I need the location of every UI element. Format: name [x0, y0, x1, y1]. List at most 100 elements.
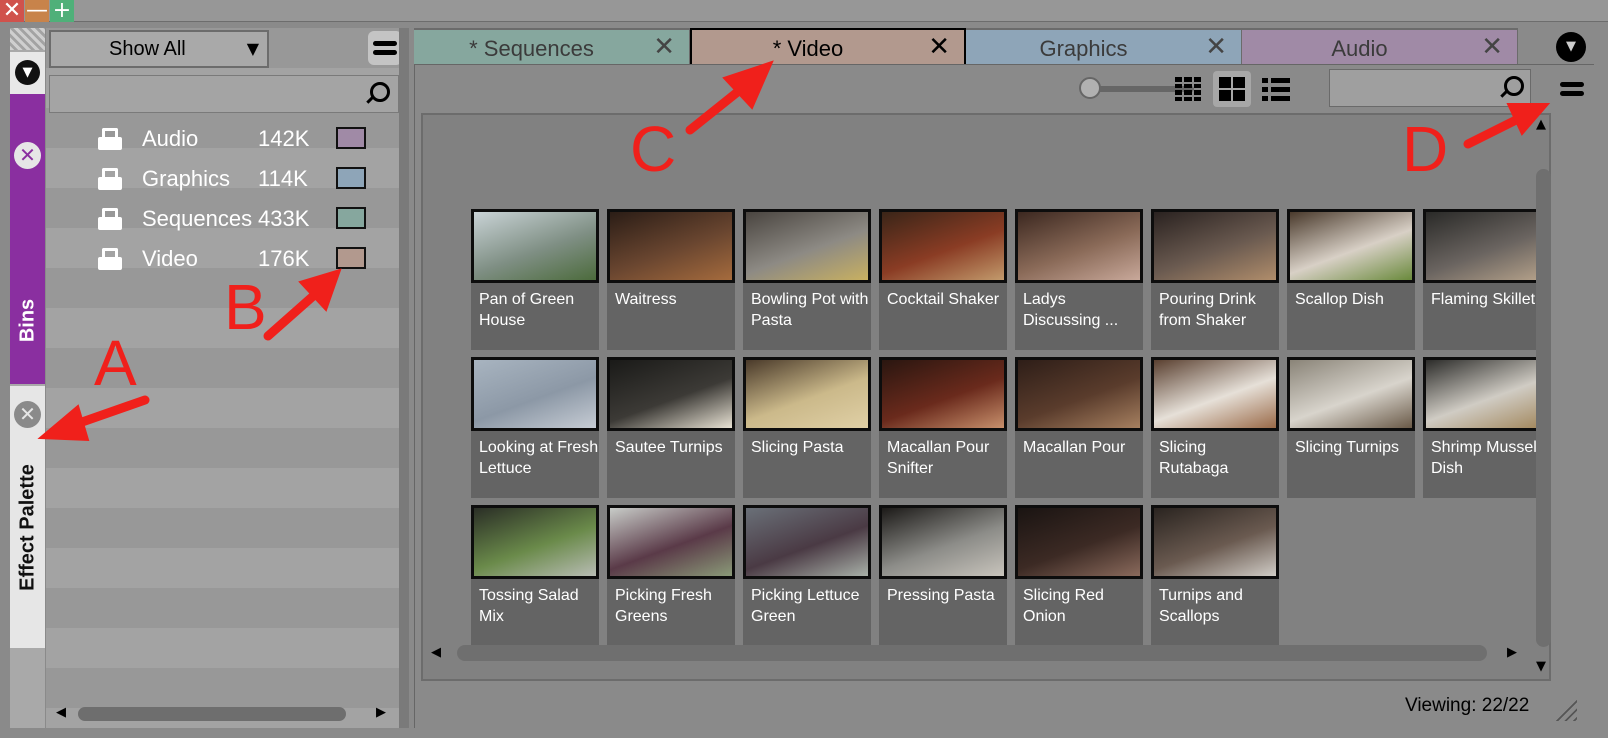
tab-audio[interactable]: Audio ✕ [1242, 28, 1518, 64]
clip-tile[interactable]: Pouring Drink from Shaker [1151, 209, 1279, 350]
resize-grip-icon[interactable] [1555, 699, 1577, 721]
detail-view-button[interactable] [1169, 71, 1207, 107]
clip-thumbnail [879, 505, 1007, 579]
clip-thumbnail-grid: Pan of Green House Waitress Bowling Pot wi… [421, 113, 1551, 681]
close-icon[interactable]: ✕ [653, 30, 675, 64]
clip-tile[interactable]: Pressing Pasta [879, 505, 1007, 646]
clip-vertical-scrollbar[interactable]: ▲ ▼ [1531, 113, 1555, 681]
bin-color-swatch[interactable] [336, 127, 366, 149]
clip-name: Looking at Fresh Lettuce [479, 439, 599, 477]
clip-thumbnail [1015, 357, 1143, 431]
close-icon[interactable]: ✕ [14, 142, 41, 169]
panel-splitter[interactable] [399, 28, 409, 728]
scroll-left-icon[interactable]: ◀ [56, 705, 66, 720]
annotation-letter-a: A [94, 327, 137, 399]
window-maximize-button[interactable]: + [50, 0, 74, 22]
clip-tile[interactable]: Macallan Pour Snifter [879, 357, 1007, 498]
viewing-count: Viewing: 22/22 [1405, 695, 1530, 716]
list-view-icon [1262, 77, 1290, 101]
scroll-left-icon[interactable]: ◀ [431, 645, 441, 660]
clip-name: Turnips and Scallops [1159, 587, 1243, 625]
bins-horizontal-scrollbar[interactable]: ◀ ▶ [46, 703, 400, 723]
clip-tile[interactable]: Picking Lettuce Green [743, 505, 871, 646]
clip-name: Sautee Turnips [615, 439, 723, 456]
clip-tile[interactable]: Ladys Discussing ... [1015, 209, 1143, 350]
bin-row[interactable]: Audio 142K [46, 120, 406, 160]
strip-grip[interactable] [10, 28, 45, 50]
bin-color-swatch[interactable] [336, 207, 366, 229]
clip-thumbnail [1015, 505, 1143, 579]
close-icon[interactable]: ✕ [14, 401, 41, 428]
clip-horizontal-scrollbar[interactable]: ◀ ▶ [421, 639, 1531, 667]
bin-name: Sequences [142, 206, 253, 231]
bin-tabs: * Sequences ✕ * Video ✕ Graphics ✕ Audio ✕ [414, 28, 1574, 66]
bin-row[interactable]: Graphics 114K [46, 160, 406, 200]
bin-content-menu-button[interactable] [1555, 72, 1589, 106]
tabs-menu-button[interactable]: ▼ [1556, 32, 1586, 62]
scroll-up-icon[interactable]: ▲ [1536, 117, 1546, 132]
close-icon[interactable]: ✕ [1481, 30, 1503, 64]
clip-tile[interactable]: Picking Fresh Greens [607, 505, 735, 646]
search-icon[interactable] [364, 82, 390, 108]
tab-sequences[interactable]: * Sequences ✕ [414, 28, 690, 64]
chevron-down-icon: ▼ [15, 60, 40, 85]
effect-palette-vertical-tab[interactable]: ✕ Effect Palette [10, 386, 45, 648]
clip-name: Scallop Dish [1295, 291, 1384, 308]
clip-thumbnail [879, 209, 1007, 283]
clip-tile[interactable]: Looking at Fresh Lettuce [471, 357, 599, 498]
dropdown-arrow-icon: ▼ [246, 39, 259, 58]
scroll-down-icon[interactable]: ▼ [1536, 659, 1546, 674]
clip-tile[interactable]: Slicing Turnips [1287, 357, 1415, 498]
window-close-button[interactable]: ✕ [0, 0, 24, 22]
tab-video[interactable]: * Video ✕ [690, 28, 966, 66]
clip-thumbnail [471, 505, 599, 579]
window-minimize-button[interactable]: — [25, 0, 49, 22]
clip-name: Ladys Discussing ... [1023, 291, 1119, 329]
clip-name: Macallan Pour Snifter [887, 439, 990, 477]
close-icon[interactable]: ✕ [1205, 30, 1227, 64]
bins-tab-label: Bins [16, 298, 38, 343]
clip-tile[interactable]: Slicing Rutabaga [1151, 357, 1279, 498]
bins-menu-button[interactable] [368, 31, 402, 65]
scrollbar-thumb[interactable] [78, 707, 346, 721]
clip-name: Picking Fresh Greens [615, 587, 712, 625]
table-view-icon [1175, 77, 1201, 101]
clip-name: Cocktail Shaker [887, 291, 1000, 308]
clip-tile[interactable]: Cocktail Shaker [879, 209, 1007, 350]
scrollbar-thumb[interactable] [457, 645, 1487, 661]
bin-color-swatch[interactable] [336, 247, 366, 269]
search-icon[interactable] [1498, 76, 1524, 102]
tab-graphics[interactable]: Graphics ✕ [966, 28, 1242, 64]
clip-tile[interactable]: Waitress [607, 209, 735, 350]
bin-color-swatch[interactable] [336, 167, 366, 189]
scroll-right-icon[interactable]: ▶ [1507, 645, 1517, 660]
clip-tile[interactable]: Tossing Salad Mix [471, 505, 599, 646]
clip-tile[interactable]: Bowling Pot with Pasta [743, 209, 871, 350]
thumbnail-view-button[interactable] [1213, 71, 1251, 107]
bin-size: 114K [258, 166, 308, 191]
clip-tile[interactable]: Slicing Red Onion [1015, 505, 1143, 646]
clip-tile[interactable]: Slicing Pasta [743, 357, 871, 498]
clip-name: Waitress [615, 291, 677, 308]
bins-vertical-tab[interactable]: ✕ Bins [10, 94, 45, 384]
list-view-button[interactable] [1257, 71, 1295, 107]
clip-search-input[interactable] [1329, 69, 1531, 107]
scrollbar-thumb[interactable] [1536, 169, 1551, 647]
bin-size: 142K [258, 126, 310, 151]
bins-search-input[interactable] [49, 75, 399, 113]
bin-name: Video [142, 246, 198, 271]
clip-tile[interactable]: Scallop Dish [1287, 209, 1415, 350]
scroll-right-icon[interactable]: ▶ [376, 705, 386, 720]
clip-tile[interactable]: Sautee Turnips [607, 357, 735, 498]
bin-row[interactable]: Sequences 433K [46, 200, 406, 240]
clip-tile[interactable]: Turnips and Scallops [1151, 505, 1279, 646]
window-titlebar: ✕ — + [0, 0, 1608, 22]
bin-filter-dropdown[interactable]: Show All ▼ [49, 30, 269, 68]
bin-size: 433K [258, 206, 310, 231]
close-icon[interactable]: ✕ [928, 30, 950, 64]
clip-thumbnail [607, 505, 735, 579]
strip-menu-button[interactable]: ▼ [10, 52, 45, 94]
clip-tile[interactable]: Macallan Pour [1015, 357, 1143, 498]
clip-tile[interactable]: Pan of Green House [471, 209, 599, 350]
slider-knob[interactable] [1079, 77, 1101, 99]
